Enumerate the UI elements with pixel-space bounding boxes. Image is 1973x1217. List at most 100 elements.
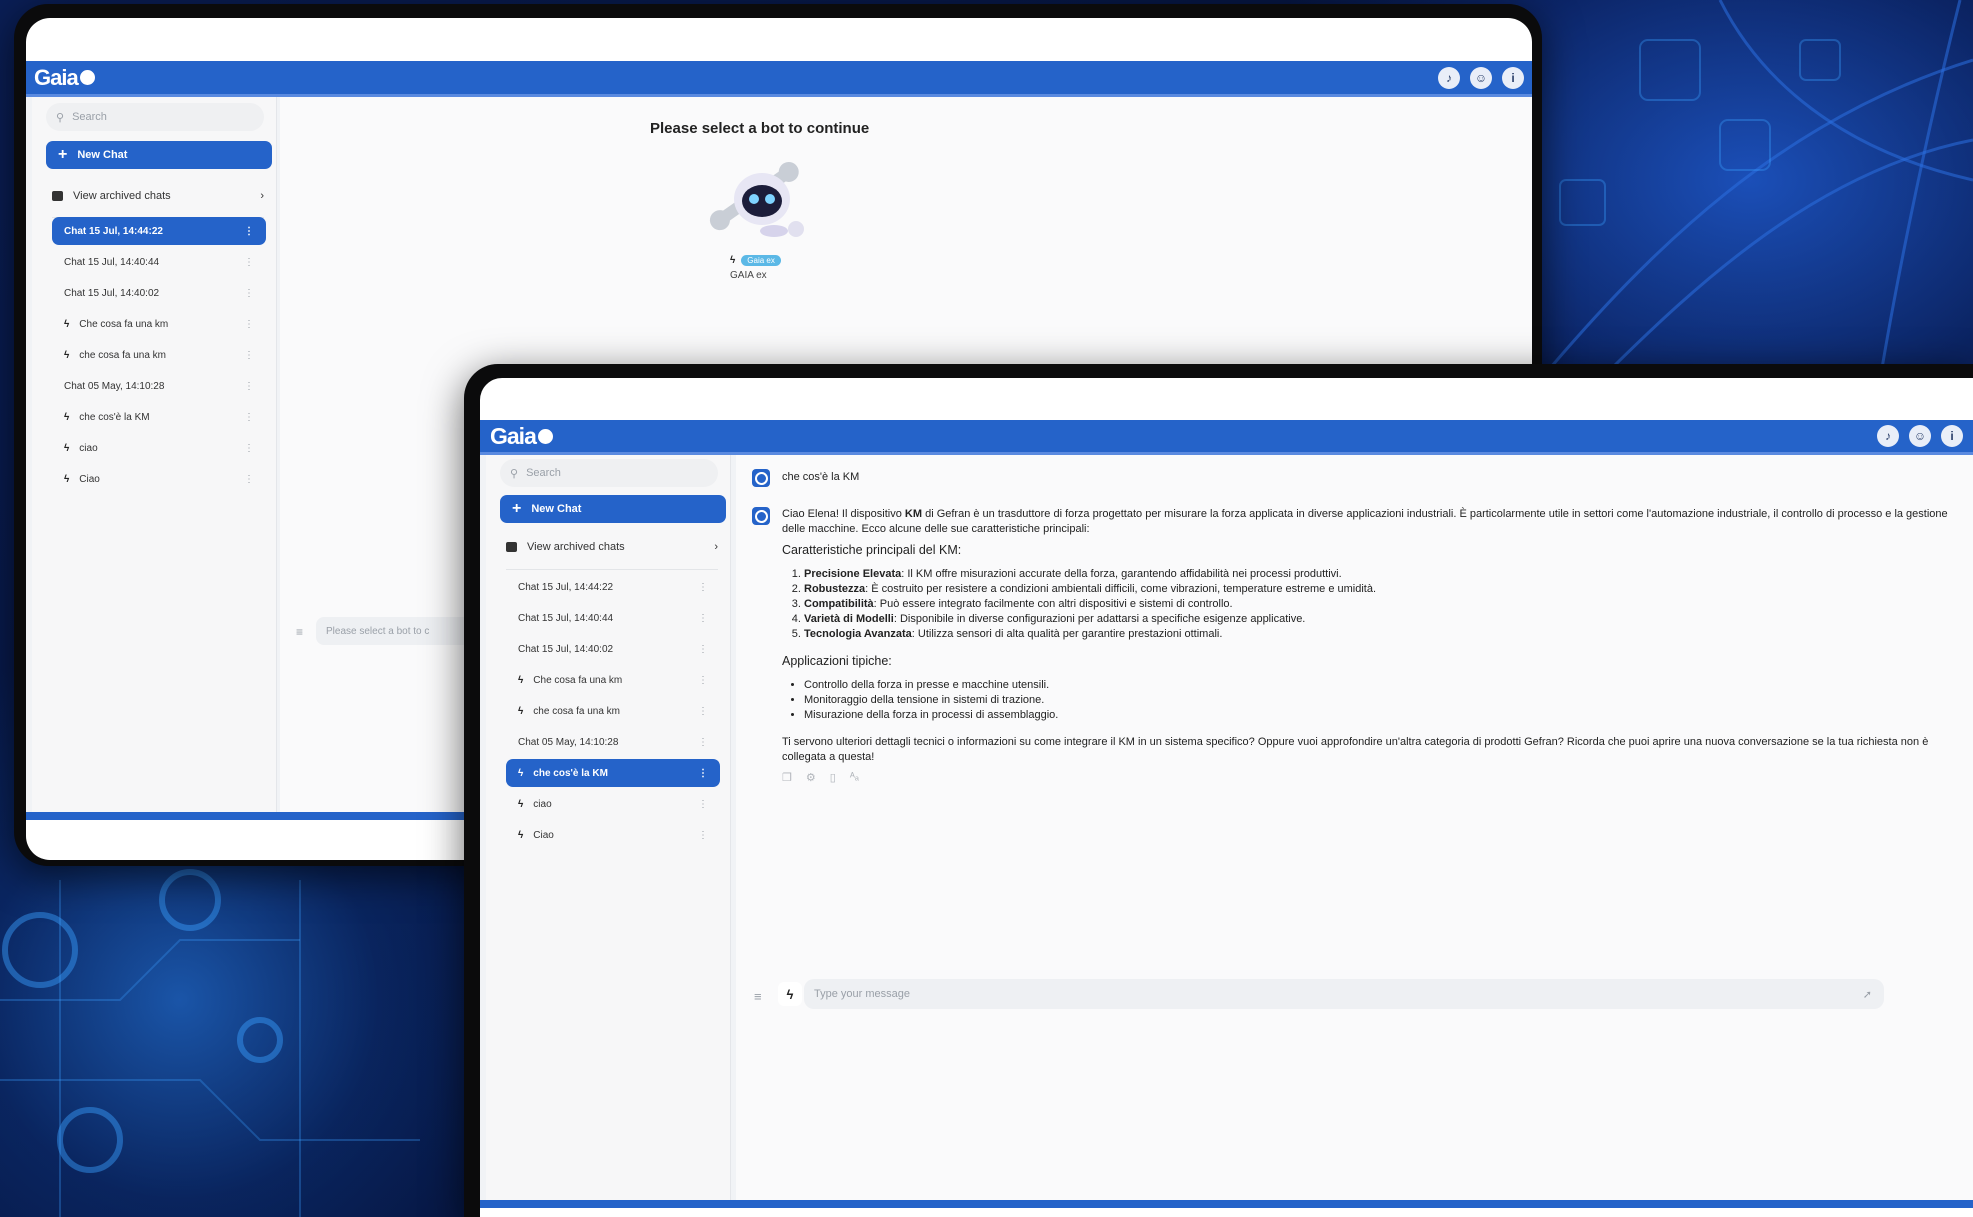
bell-icon[interactable]: ♪ xyxy=(1877,425,1899,447)
front-bottom-strip xyxy=(480,1200,1973,1208)
chat-list-item[interactable]: Chat 15 Jul, 14:40:02 ⋮ xyxy=(52,279,266,307)
back-sidebar: ⚲ Search + New Chat View archived chats … xyxy=(32,97,277,812)
view-archived-chats[interactable]: View archived chats › xyxy=(506,525,718,570)
bolt-icon: ϟ xyxy=(518,705,524,717)
chat-list-item[interactable]: Chat 15 Jul, 14:44:22 ⋮ xyxy=(52,217,266,245)
chat-list-item[interactable]: ϟ che cosa fa una km ⋮ xyxy=(52,341,266,369)
chat-list-item[interactable]: ϟ che cos'è la KM ⋮ xyxy=(506,759,720,787)
more-options-icon[interactable]: ⋮ xyxy=(698,613,708,624)
more-options-icon[interactable]: ⋮ xyxy=(244,443,254,454)
search-placeholder: Search xyxy=(526,467,561,479)
view-archived-chats[interactable]: View archived chats › xyxy=(52,175,264,218)
more-options-icon[interactable]: ⋮ xyxy=(244,474,254,485)
chat-list-item[interactable]: ϟ Che cosa fa una km ⋮ xyxy=(52,310,266,338)
message-input[interactable]: Type your message ➚ xyxy=(804,979,1884,1009)
more-options-icon[interactable]: ⋮ xyxy=(244,226,254,237)
more-options-icon[interactable]: ⋮ xyxy=(698,799,708,810)
chat-list-item[interactable]: Chat 05 May, 14:10:28 ⋮ xyxy=(506,728,720,756)
chat-label: che cosa fa una km xyxy=(79,349,167,361)
user-avatar xyxy=(752,469,770,487)
chat-label: Che cosa fa una km xyxy=(79,318,169,330)
plus-icon: + xyxy=(58,146,68,163)
info-icon[interactable]: i xyxy=(1941,425,1963,447)
more-options-icon[interactable]: ⋮ xyxy=(698,830,708,841)
more-options-icon[interactable]: ⋮ xyxy=(698,582,708,593)
bot-option[interactable]: ϟ Gaia ex GAIA ex xyxy=(730,255,781,281)
bolt-icon: ϟ xyxy=(730,255,736,266)
account-icon[interactable]: ☺ xyxy=(1470,66,1492,89)
bolt-icon: ϟ xyxy=(786,986,794,1002)
front-main: che cos'è la KM Ciao Elena! Il dispositi… xyxy=(736,455,1973,1200)
more-options-icon[interactable]: ⋮ xyxy=(244,319,254,330)
document-icon[interactable]: ▯ xyxy=(830,771,836,784)
front-sidebar: ⚲ Search + New Chat View archived chats … xyxy=(486,455,731,1200)
more-options-icon[interactable]: ⋮ xyxy=(698,737,708,748)
more-options-icon[interactable]: ⋮ xyxy=(698,675,708,686)
chat-list-item[interactable]: ϟ ciao ⋮ xyxy=(506,790,720,818)
more-options-icon[interactable]: ⋮ xyxy=(244,381,254,392)
list-item: Varietà di Modelli: Disponibile in diver… xyxy=(804,612,1962,627)
chat-list-item[interactable]: Chat 05 May, 14:10:28 ⋮ xyxy=(52,372,266,400)
bot-selector-button[interactable]: ϟ xyxy=(778,982,802,1006)
chat-list-item[interactable]: Chat 15 Jul, 14:40:44 ⋮ xyxy=(52,248,266,276)
more-options-icon[interactable]: ⋮ xyxy=(698,768,708,779)
answer-intro: Ciao Elena! Il dispositivo KM di Gefran … xyxy=(782,508,1948,535)
applications-list: Controllo della forza in presse e macchi… xyxy=(782,678,1962,723)
account-icon[interactable]: ☺ xyxy=(1909,425,1931,447)
search-input[interactable]: ⚲ Search xyxy=(46,103,264,131)
chevron-right-icon: › xyxy=(260,190,264,202)
bell-icon[interactable]: ♪ xyxy=(1438,66,1460,89)
chat-label: Chat 15 Jul, 14:44:22 xyxy=(64,225,163,237)
chat-label: Ciao xyxy=(79,473,100,485)
chevron-right-icon: › xyxy=(714,541,718,553)
chat-list-item[interactable]: ϟ Ciao ⋮ xyxy=(52,465,266,493)
archive-icon xyxy=(506,542,517,552)
chat-list-item[interactable]: Chat 15 Jul, 14:40:44 ⋮ xyxy=(506,604,720,632)
copy-icon[interactable]: ❐ xyxy=(782,771,792,784)
chat-label: Chat 15 Jul, 14:40:02 xyxy=(64,287,160,299)
send-icon[interactable]: ➚ xyxy=(1863,988,1872,1001)
chat-list-item[interactable]: Chat 15 Jul, 14:44:22 ⋮ xyxy=(506,573,720,601)
bolt-icon: ϟ xyxy=(64,473,70,485)
search-input[interactable]: ⚲ Search xyxy=(500,459,718,487)
chat-label: Chat 05 May, 14:10:28 xyxy=(64,380,165,392)
info-icon[interactable]: i xyxy=(1502,66,1524,89)
new-chat-button[interactable]: + New Chat xyxy=(500,495,726,523)
menu-icon[interactable]: ≡ xyxy=(754,989,762,1004)
list-item: Monitoraggio della tensione in sistemi d… xyxy=(804,693,1962,708)
new-chat-button[interactable]: + New Chat xyxy=(46,141,272,169)
menu-icon[interactable]: ≡ xyxy=(296,625,303,639)
translate-icon[interactable]: ᴬₐ xyxy=(850,771,859,784)
settings-icon[interactable]: ⚙ xyxy=(806,771,816,784)
archived-label: View archived chats xyxy=(527,541,625,553)
select-bot-title: Please select a bot to continue xyxy=(650,120,870,137)
chat-list-item[interactable]: ϟ Ciao ⋮ xyxy=(506,821,720,849)
more-options-icon[interactable]: ⋮ xyxy=(244,288,254,299)
chat-label: Ciao xyxy=(533,829,554,841)
logo-mark-icon xyxy=(79,70,95,85)
more-options-icon[interactable]: ⋮ xyxy=(244,412,254,423)
user-message: che cos'è la KM xyxy=(782,471,860,483)
bolt-icon: ϟ xyxy=(64,411,70,423)
chat-list-item[interactable]: ϟ Che cosa fa una km ⋮ xyxy=(506,666,720,694)
more-options-icon[interactable]: ⋮ xyxy=(698,706,708,717)
bolt-icon: ϟ xyxy=(518,798,524,810)
chat-label: Chat 05 May, 14:10:28 xyxy=(518,736,619,748)
chat-label: ciao xyxy=(533,798,552,810)
search-icon: ⚲ xyxy=(56,111,65,124)
top-icons: ♪ ☺ i xyxy=(1877,425,1963,447)
chat-label: che cos'è la KM xyxy=(79,411,150,423)
chat-label: che cosa fa una km xyxy=(533,705,621,717)
chat-list-item[interactable]: ϟ che cosa fa una km ⋮ xyxy=(506,697,720,725)
bolt-icon: ϟ xyxy=(64,442,70,454)
top-icons: ♪ ☺ i xyxy=(1438,66,1524,89)
more-options-icon[interactable]: ⋮ xyxy=(698,644,708,655)
plus-icon: + xyxy=(512,500,522,517)
more-options-icon[interactable]: ⋮ xyxy=(244,257,254,268)
more-options-icon[interactable]: ⋮ xyxy=(244,350,254,361)
chat-list-item[interactable]: ϟ che cos'è la KM ⋮ xyxy=(52,403,266,431)
chat-list-item[interactable]: Chat 15 Jul, 14:40:02 ⋮ xyxy=(506,635,720,663)
applications-title: Applicazioni tipiche: xyxy=(782,654,892,668)
archive-icon xyxy=(52,191,63,201)
chat-list-item[interactable]: ϟ ciao ⋮ xyxy=(52,434,266,462)
